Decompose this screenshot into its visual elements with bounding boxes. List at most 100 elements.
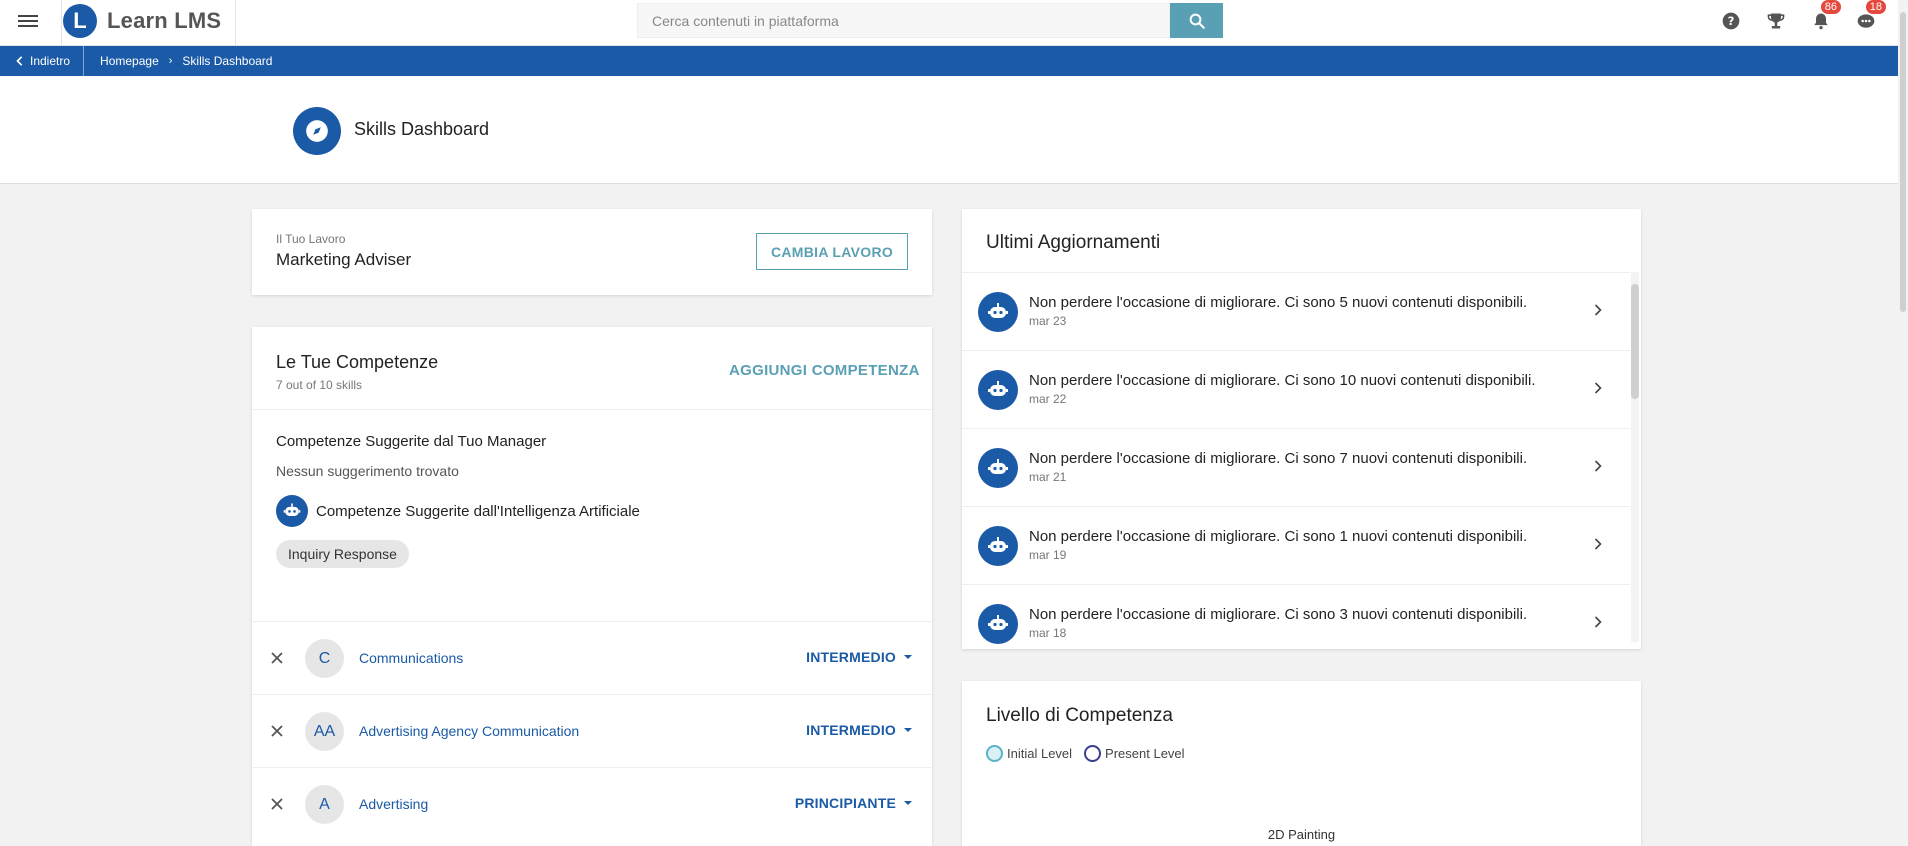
page-scrollbar[interactable] [1898,0,1908,846]
skill-name[interactable]: Advertising Agency Communication [359,723,579,739]
chat-badge: 18 [1865,0,1886,14]
update-date: mar 22 [1029,392,1067,406]
skill-level-dropdown[interactable]: PRINCIPIANTE [795,795,912,811]
update-item[interactable]: Non perdere l'occasione di migliorare. C… [962,350,1630,428]
app-logo[interactable]: L Learn LMS [63,4,221,38]
legend-swatch [986,745,1003,762]
level-title: Livello di Competenza [986,705,1173,726]
chevron-right-icon: › [168,55,173,67]
close-icon[interactable] [268,795,286,813]
app-name: Learn LMS [107,8,222,33]
skill-row: C Communications INTERMEDIO [252,621,932,694]
competence-level-card: Livello di Competenza Initial Level Pres… [962,681,1641,846]
scroll-thumb[interactable] [1900,12,1906,312]
updates-title: Ultimi Aggiornamenti [986,232,1161,253]
skill-avatar: AA [305,712,344,751]
change-job-button[interactable]: CAMBIA LAVORO [756,233,908,270]
updates-card: Ultimi Aggiornamenti Non perdere l'occas… [962,209,1641,649]
search-icon [1189,13,1205,29]
update-text: Non perdere l'occasione di migliorare. C… [1029,294,1528,311]
divider [252,409,932,410]
manager-suggestions-empty: Nessun suggerimento trovato [276,463,459,479]
legend-swatch [1084,745,1102,762]
trophy-button[interactable] [1764,9,1788,33]
update-date: mar 18 [1029,626,1067,640]
update-date: mar 19 [1029,548,1067,562]
chevron-right-icon [1594,616,1602,628]
caret-down-icon [904,655,912,659]
update-date: mar 21 [1029,470,1067,484]
skills-card: Le Tue Competenze 7 out of 10 skills AGG… [252,327,932,846]
skill-row: A Advertising PRINCIPIANTE [252,767,932,840]
logo-mark: L [63,4,97,38]
scroll-thumb[interactable] [1631,284,1639,399]
robot-icon [978,370,1018,410]
notification-badge: 86 [1820,0,1841,14]
suggested-skill-chip[interactable]: Inquiry Response [276,540,409,568]
search-button[interactable] [1170,3,1223,38]
close-icon[interactable] [268,649,286,667]
bell-icon [1814,13,1828,30]
compass-icon [293,107,341,155]
robot-icon [276,495,308,527]
search-input[interactable] [637,3,1170,38]
ai-suggestions-title: Competenze Suggerite dall'Intelligenza A… [316,502,640,520]
skills-count: 7 out of 10 skills [276,378,363,392]
breadcrumb-homepage[interactable]: Homepage [100,54,159,68]
skill-level: INTERMEDIO [806,649,896,665]
job-value: Marketing Adviser [276,250,412,269]
chevron-right-icon [1594,538,1602,550]
skill-avatar: A [305,785,344,824]
breadcrumb-current: Skills Dashboard [182,54,273,68]
back-button[interactable]: Indietro [0,46,85,76]
skill-name[interactable]: Advertising [359,796,428,812]
legend-label: Initial Level [1007,746,1073,761]
caret-down-icon [904,801,912,805]
search-bar [637,3,1223,38]
chevron-left-icon [16,56,23,66]
manager-suggestions-title: Competenze Suggerite dal Tuo Manager [276,433,547,450]
skill-level: PRINCIPIANTE [794,795,896,811]
skill-level-dropdown[interactable]: INTERMEDIO [806,722,912,738]
chat-button[interactable]: 18 [1854,0,1886,33]
page-header: Skills Dashboard [0,76,1898,184]
skill-level-dropdown[interactable]: INTERMEDIO [806,649,912,665]
update-item[interactable]: Non perdere l'occasione di migliorare. C… [962,272,1630,350]
legend-label: Present Level [1105,746,1185,761]
update-text: Non perdere l'occasione di migliorare. C… [1029,450,1528,467]
close-icon[interactable] [268,722,286,740]
top-bar: L Learn LMS ? 86 18 [0,0,1898,46]
update-text: Non perdere l'occasione di migliorare. C… [1029,372,1536,389]
legend-initial-level[interactable]: Initial Level [986,745,1072,762]
robot-icon [978,526,1018,566]
skill-name[interactable]: Communications [359,650,463,666]
update-item[interactable]: Non perdere l'occasione di migliorare. C… [962,584,1630,662]
skills-title: Le Tue Competenze [276,352,439,372]
chart-legend: Initial Level Present Level [986,745,1197,762]
svg-text:?: ? [1728,14,1735,28]
chevron-right-icon [1594,304,1602,316]
updates-list: Non perdere l'occasione di migliorare. C… [962,272,1630,662]
legend-present-level[interactable]: Present Level [1084,745,1185,762]
radar-axis-label: 2D Painting [1267,827,1336,842]
job-card: Il Tuo Lavoro Marketing Adviser CAMBIA L… [252,209,932,295]
ai-suggestions-header: Competenze Suggerite dall'Intelligenza A… [276,495,640,527]
help-button[interactable]: ? [1719,9,1743,33]
back-label: Indietro [30,54,71,68]
chevron-right-icon [1594,382,1602,394]
update-text: Non perdere l'occasione di migliorare. C… [1029,528,1528,545]
breadcrumb: Indietro Homepage › Skills Dashboard [0,46,1898,76]
updates-scrollbar[interactable] [1631,272,1639,642]
divider [235,0,236,46]
caret-down-icon [904,728,912,732]
chevron-right-icon [1594,460,1602,472]
add-skill-button[interactable]: AGGIUNGI COMPETENZA [729,362,920,379]
robot-icon [978,448,1018,488]
trophy-icon [1767,13,1785,29]
notifications-button[interactable]: 86 [1809,0,1841,33]
menu-icon[interactable] [18,12,38,32]
skill-row: AA Advertising Agency Communication INTE… [252,694,932,767]
robot-icon [978,292,1018,332]
update-item[interactable]: Non perdere l'occasione di migliorare. C… [962,428,1630,506]
update-item[interactable]: Non perdere l'occasione di migliorare. C… [962,506,1630,584]
